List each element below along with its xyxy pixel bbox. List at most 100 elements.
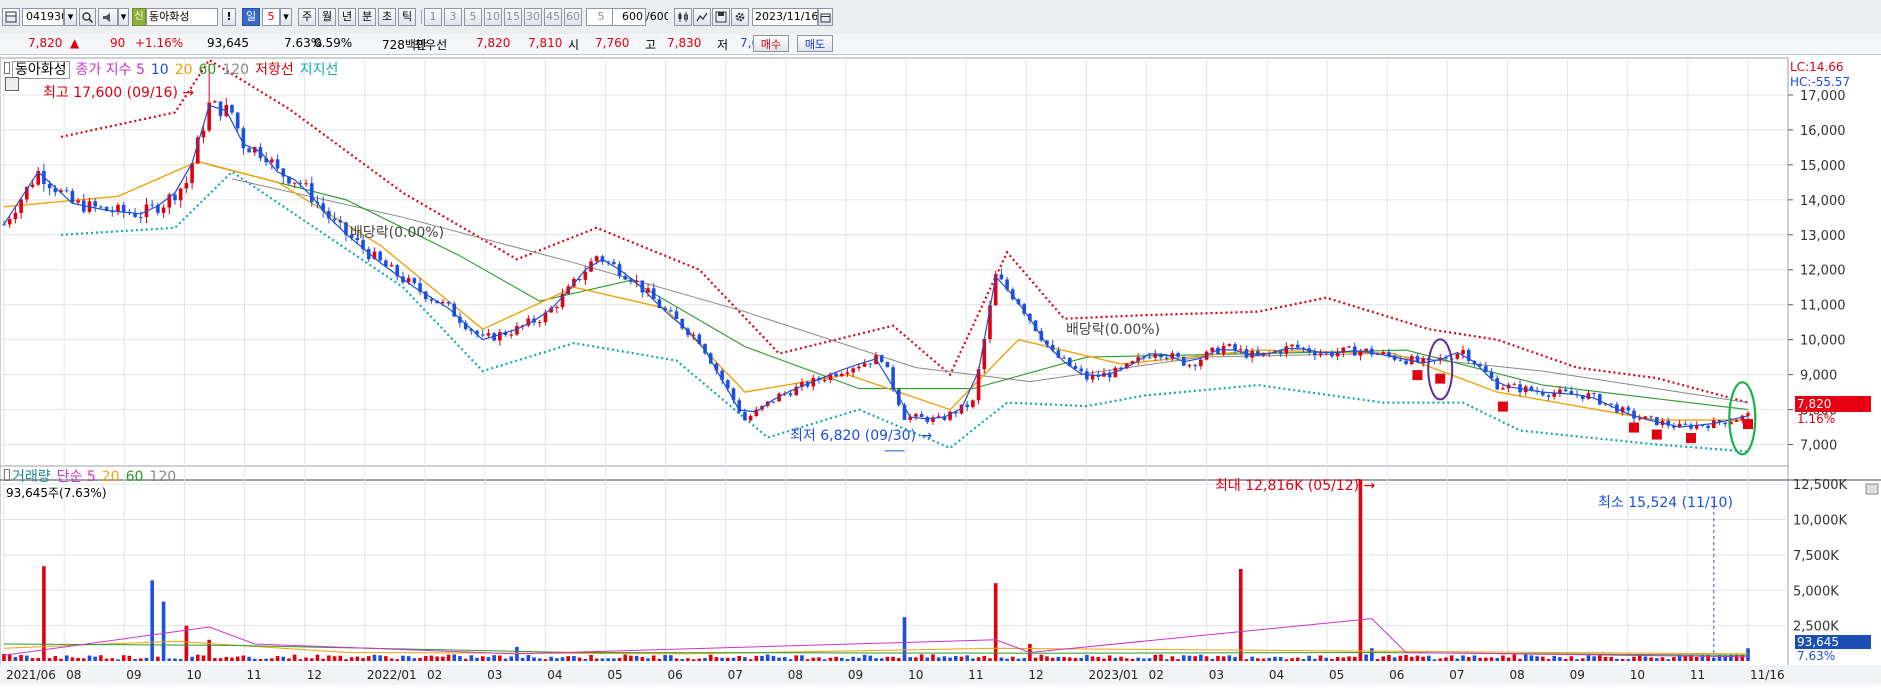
- candle-settings-icon[interactable]: [674, 8, 692, 26]
- interval-1[interactable]: 1: [424, 8, 442, 26]
- stock-code-input[interactable]: 041930: [22, 8, 64, 26]
- legend-volume-ma120: 120: [149, 469, 177, 485]
- candle-body: [1187, 365, 1192, 367]
- volume-bar: [81, 658, 86, 661]
- alert-button[interactable]: !: [222, 8, 236, 26]
- volume-bar: [1250, 656, 1254, 661]
- tab-tick[interactable]: 틱: [398, 8, 416, 26]
- candle-body: [1284, 346, 1289, 354]
- gear-icon[interactable]: [731, 8, 749, 26]
- x-axis-label: 06: [1389, 668, 1404, 682]
- volume-bar: [406, 656, 411, 661]
- quote-bar: 7,820 ▲ 90 +1.16% 93,645 7.63% 0.59% 728…: [0, 34, 1881, 55]
- candle-body: [646, 288, 650, 293]
- grid-menu-icon[interactable]: [5, 77, 19, 91]
- volume-bar: [338, 655, 343, 661]
- interval-60[interactable]: 60: [564, 8, 582, 26]
- candle-body: [150, 204, 154, 206]
- x-axis-label: 07: [1449, 668, 1464, 682]
- chart-area[interactable]: 17,000 16,000 15,000 14,000 13,000 12,000 11,0…: [0, 55, 1881, 689]
- volume-bar: [1107, 655, 1112, 661]
- tab-month[interactable]: 월: [318, 8, 336, 26]
- volume-bar: [59, 658, 63, 661]
- interval-10[interactable]: 10: [484, 8, 502, 26]
- code-dropdown-icon[interactable]: ▾: [64, 8, 77, 26]
- volume-tag: 93,645: [1795, 635, 1871, 649]
- tab-second[interactable]: 초: [378, 8, 396, 26]
- volume-bar: [1352, 656, 1357, 661]
- volume-legend-handle-icon[interactable]: [4, 469, 10, 481]
- interval-45[interactable]: 45: [544, 8, 562, 26]
- candle-body: [441, 301, 445, 304]
- new-badge: 신: [132, 8, 146, 26]
- volume-bar: [1626, 659, 1631, 661]
- calendar-icon[interactable]: [818, 8, 833, 26]
- volume-bar: [452, 654, 457, 661]
- volume-bar: [446, 654, 451, 661]
- sell-button[interactable]: 매도: [797, 35, 833, 52]
- volume-bar: [959, 656, 964, 661]
- tab-year[interactable]: 년: [338, 8, 356, 26]
- x-axis-label: 2022/01: [367, 668, 417, 682]
- volume-bar: [1495, 658, 1500, 661]
- volume-bar: [1541, 656, 1545, 661]
- tab-week[interactable]: 주: [298, 8, 316, 26]
- volume-bar: [1672, 657, 1676, 661]
- tab-day[interactable]: 일: [242, 8, 260, 26]
- candle-body: [235, 112, 240, 129]
- interval-3[interactable]: 3: [444, 8, 462, 26]
- volume-bar: [247, 656, 251, 661]
- volume-bar: [1147, 658, 1152, 661]
- candle-body: [161, 207, 166, 213]
- candle-body: [868, 363, 873, 365]
- candle-body: [184, 183, 189, 189]
- volume-bar: [224, 656, 229, 661]
- day-count-input[interactable]: 5: [262, 8, 280, 26]
- candle-body: [2, 224, 6, 226]
- volume-bar: [851, 656, 856, 661]
- volume-bar: [1022, 658, 1026, 661]
- speaker-dropdown-icon[interactable]: ▾: [118, 8, 129, 26]
- volume-bar: [1062, 657, 1066, 661]
- volume-bar: [423, 656, 428, 661]
- volume-bar: [104, 658, 109, 661]
- up-arrow-icon: ▲: [70, 36, 80, 50]
- buy-button[interactable]: 매수: [753, 35, 789, 52]
- legend-handle-icon[interactable]: [4, 62, 10, 74]
- volume-bar: [1079, 657, 1083, 661]
- volume-bar: [669, 655, 673, 661]
- stock-name-field[interactable]: 동아화성: [146, 8, 218, 26]
- volume-bar: [857, 657, 861, 661]
- save-icon[interactable]: [712, 8, 730, 26]
- date-input[interactable]: 2023/11/16: [752, 8, 818, 26]
- volume-bar: [988, 658, 992, 661]
- volume-bar: [572, 656, 576, 661]
- volume-bar: [1318, 655, 1323, 661]
- volume-bar: [1313, 658, 1317, 661]
- candle-body: [1609, 403, 1614, 405]
- speaker-icon[interactable]: [98, 8, 118, 26]
- interval-15[interactable]: 15: [504, 8, 522, 26]
- draw-tool-icon[interactable]: [693, 8, 711, 26]
- tab-minute[interactable]: 분: [358, 8, 376, 26]
- volume-bar: [663, 655, 667, 661]
- volume-bar: [93, 656, 97, 661]
- count-input[interactable]: 600: [612, 8, 646, 26]
- search-icon[interactable]: [79, 8, 96, 26]
- volume-bar: [1580, 658, 1585, 661]
- candle-body: [64, 190, 69, 192]
- interval-30[interactable]: 30: [524, 8, 542, 26]
- volume-bar: [777, 657, 781, 661]
- legend-ma120: 120: [222, 62, 250, 78]
- stock-chart[interactable]: 17,000 16,000 15,000 14,000 13,000 12,000 11,0…: [0, 55, 1881, 689]
- candle-body: [389, 265, 394, 267]
- volume-bar: [1615, 658, 1619, 661]
- price-panel: [0, 57, 1789, 479]
- candle-body: [1723, 422, 1728, 425]
- legend-close-index: 종가 지수 5: [75, 62, 145, 78]
- volume-bar: [577, 657, 582, 661]
- layout-icon[interactable]: [2, 8, 20, 26]
- interval-5[interactable]: 5: [464, 8, 482, 26]
- day-count-dropdown-icon[interactable]: ▾: [280, 8, 292, 26]
- volume-bar: [982, 655, 987, 661]
